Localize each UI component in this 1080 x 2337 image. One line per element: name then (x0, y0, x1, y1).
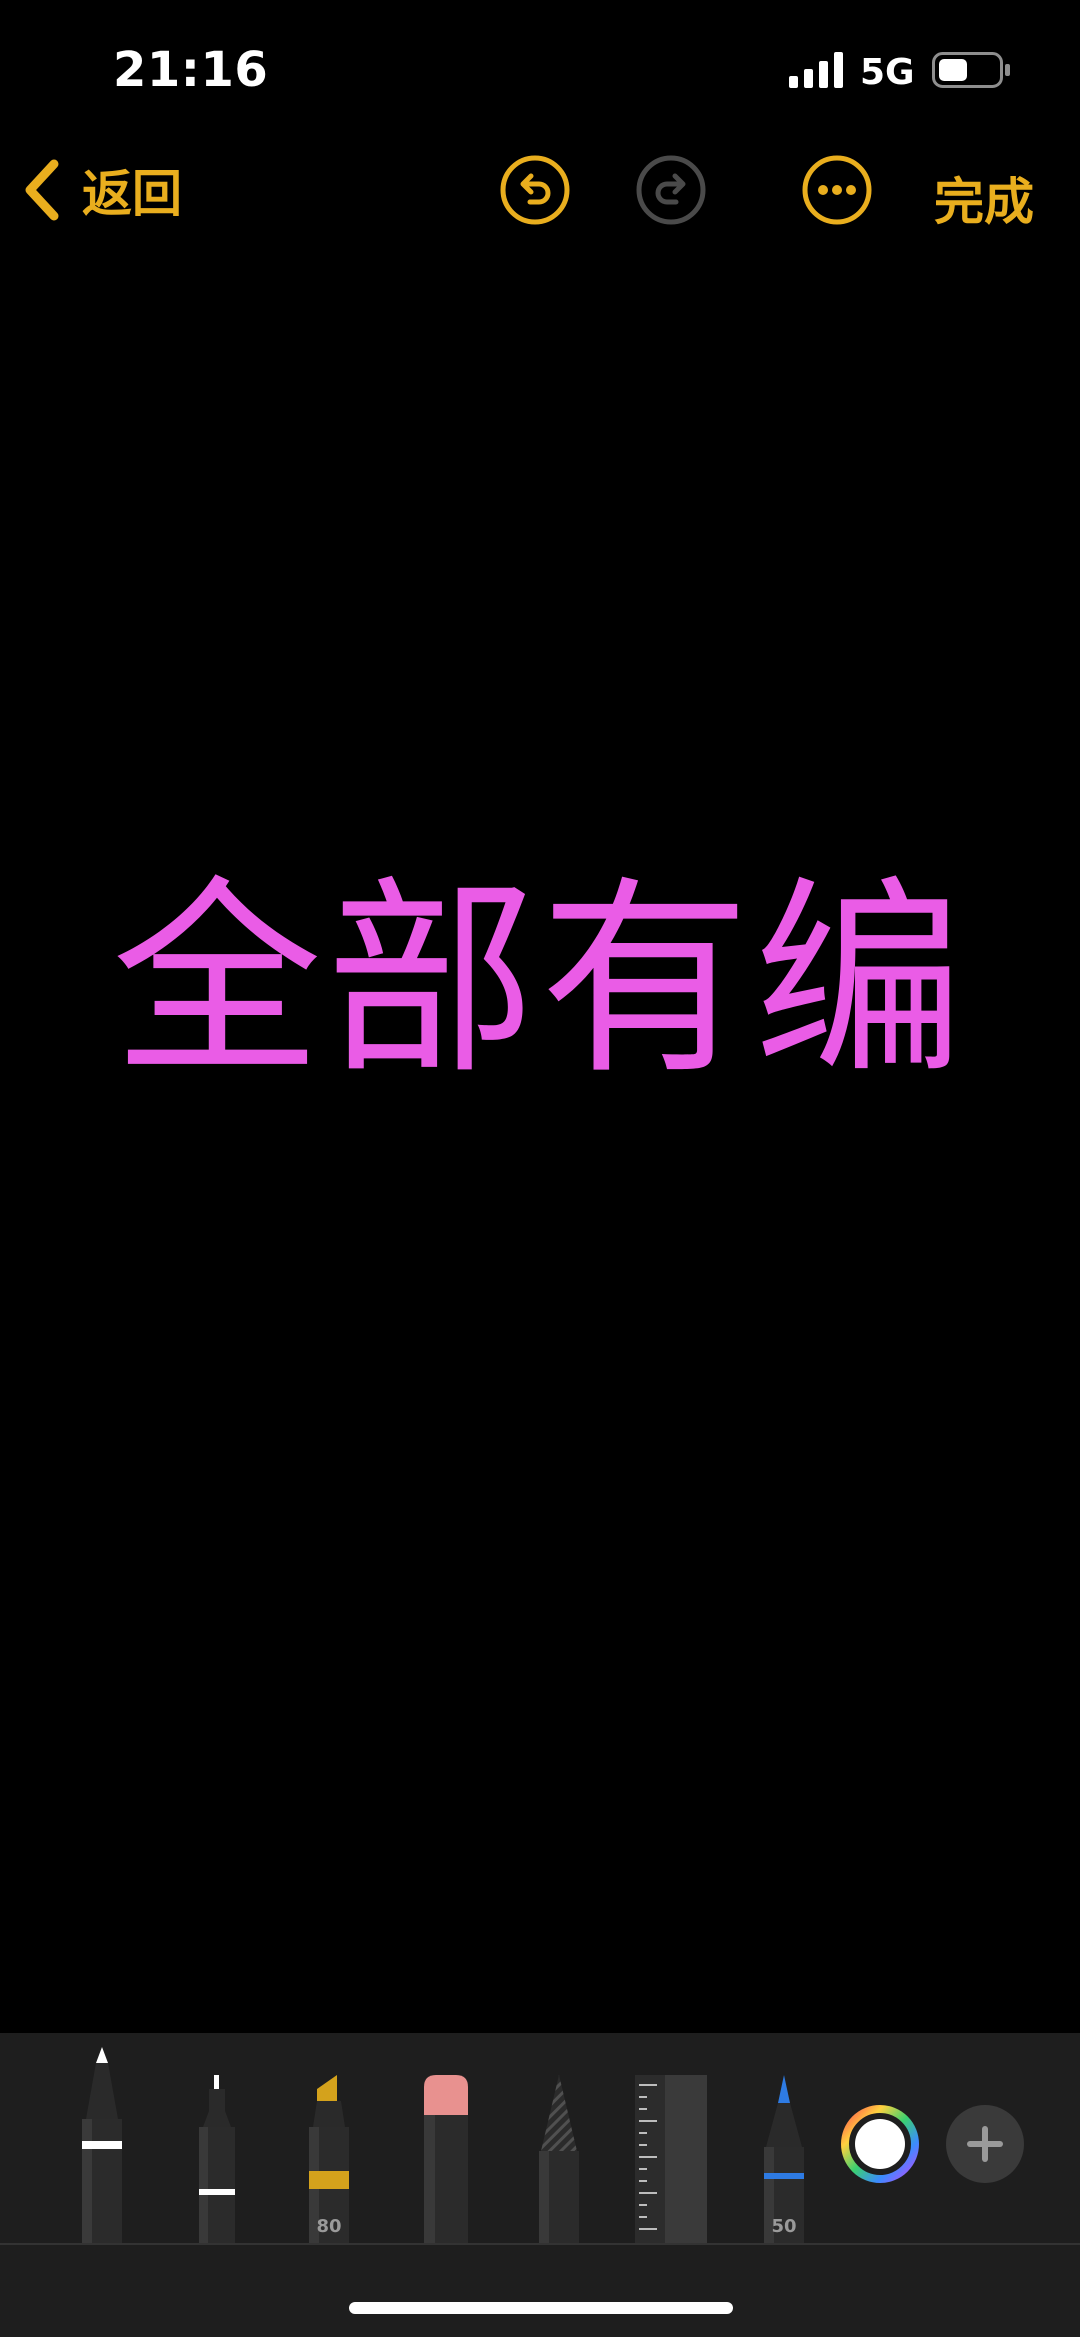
ellipsis-circle-icon[interactable] (801, 154, 873, 226)
pen-icon (82, 2047, 122, 2243)
network-label: 5G (860, 52, 915, 93)
pencil-icon (539, 2075, 579, 2243)
back-label: 返回 (82, 165, 182, 223)
home-indicator[interactable] (349, 2302, 733, 2314)
status-bar: 21:16 5G (0, 0, 1080, 140)
pen-tool[interactable] (76, 2047, 128, 2243)
ruler-icon (635, 2075, 707, 2243)
highlighter-tool[interactable]: 80 (303, 2075, 355, 2243)
pencil-tool[interactable] (533, 2075, 585, 2243)
cellular-signal-icon (789, 52, 843, 88)
eraser-tool[interactable] (420, 2075, 472, 2243)
drawing-canvas[interactable]: 全部有编 (0, 240, 1080, 2033)
redo-icon[interactable] (635, 154, 707, 226)
tray-divider (0, 2243, 1080, 2245)
plus-icon (967, 2126, 1003, 2162)
back-button[interactable]: 返回 (20, 154, 182, 226)
battery-icon (932, 52, 1010, 88)
crayon-tool[interactable]: 50 (758, 2075, 810, 2243)
tool-tray: 80 50 (0, 2033, 1080, 2243)
handwriting-text: 全部有编 (111, 858, 968, 1103)
undo-icon[interactable] (499, 154, 571, 226)
fineliner-tool[interactable] (191, 2075, 243, 2243)
ruler-tool[interactable] (635, 2075, 707, 2243)
nav-bar: 返回 完成 (0, 140, 1080, 240)
highlighter-opacity-label: 80 (316, 2216, 342, 2237)
tool-palette: 80 50 (0, 2033, 1080, 2337)
add-tool-button[interactable] (946, 2105, 1024, 2183)
fineliner-icon (199, 2075, 235, 2243)
done-button[interactable]: 完成 (934, 162, 1034, 234)
chevron-left-icon (25, 159, 59, 221)
eraser-icon (424, 2075, 468, 2243)
status-time: 21:16 (113, 42, 269, 98)
color-wheel-icon[interactable] (841, 2105, 919, 2183)
crayon-opacity-label: 50 (771, 2216, 797, 2237)
